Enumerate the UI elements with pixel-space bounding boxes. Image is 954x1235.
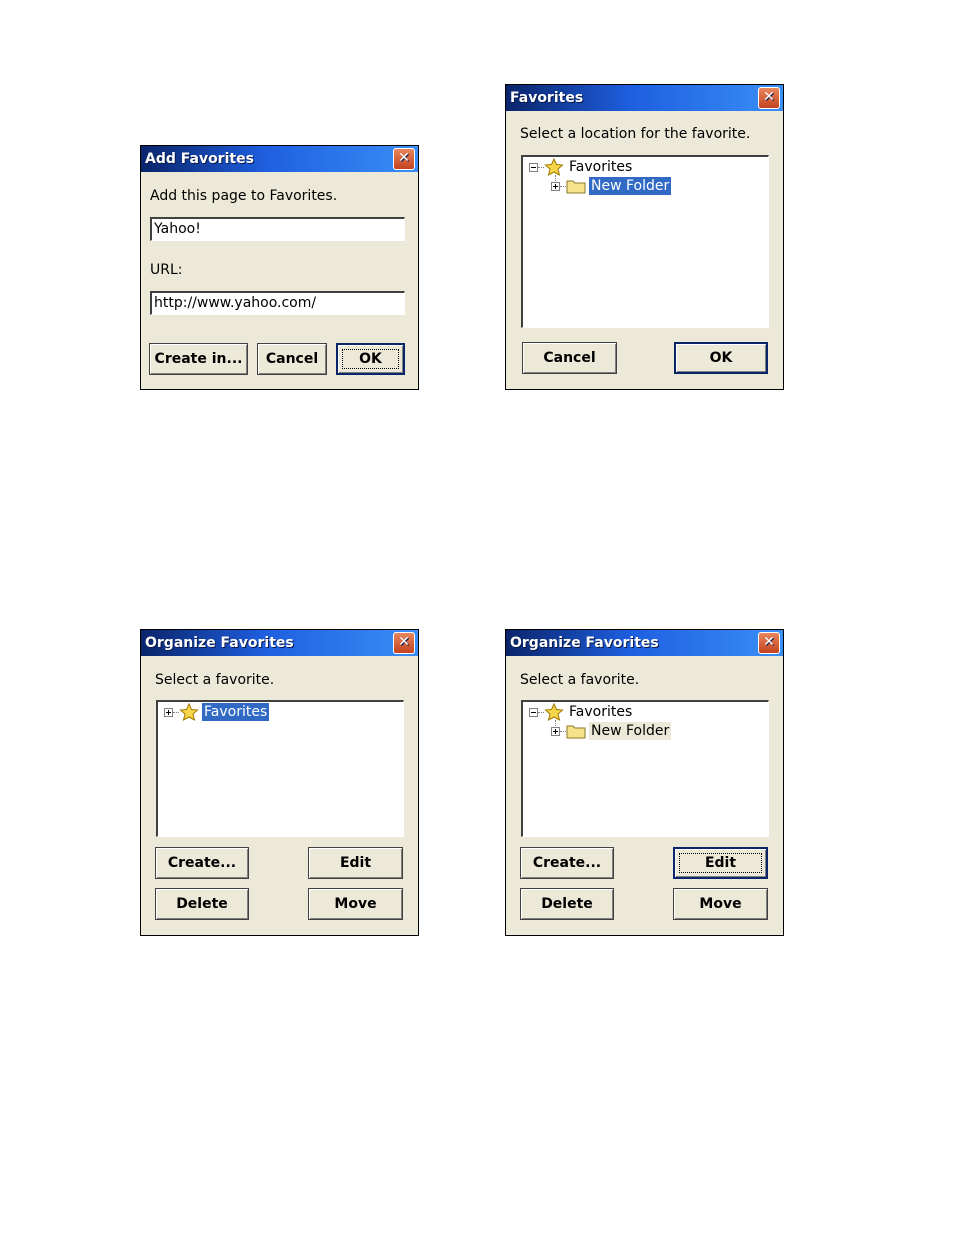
tree-node-favorites[interactable]: Favorites <box>200 702 271 722</box>
tree-node-new-folder[interactable]: New Folder <box>589 722 672 740</box>
create-button[interactable]: Create... <box>155 847 249 879</box>
organize-favorites-dialog-1: Organize Favorites ✕ Select a favorite. … <box>140 629 419 936</box>
edit-button[interactable]: Edit <box>308 847 403 879</box>
url-label: URL: <box>150 262 183 278</box>
delete-button[interactable]: Delete <box>155 888 249 920</box>
organize-favorites-titlebar[interactable]: Organize Favorites ✕ <box>506 630 783 656</box>
ok-button[interactable]: OK <box>336 343 405 375</box>
prompt-label: Add this page to Favorites. <box>150 188 338 204</box>
move-button[interactable]: Move <box>308 888 403 920</box>
expand-toggle[interactable] <box>551 182 560 191</box>
close-icon[interactable]: ✕ <box>393 148 415 170</box>
close-icon[interactable]: ✕ <box>393 632 415 654</box>
organize-favorites-titlebar[interactable]: Organize Favorites ✕ <box>141 630 418 656</box>
ok-button[interactable]: OK <box>674 342 768 374</box>
focus-rect <box>679 853 762 873</box>
star-icon <box>544 158 564 176</box>
folder-icon <box>566 180 586 194</box>
move-button[interactable]: Move <box>673 888 768 920</box>
cancel-button[interactable]: Cancel <box>257 343 327 375</box>
favorites-tree[interactable]: Favorites <box>156 700 404 837</box>
folder-icon <box>566 725 586 739</box>
collapse-toggle[interactable] <box>529 163 538 172</box>
dialog-title: Organize Favorites <box>510 635 659 651</box>
tree-node-favorites[interactable]: Favorites <box>567 703 634 721</box>
prompt-label: Select a favorite. <box>155 672 275 688</box>
collapse-toggle[interactable] <box>529 708 538 717</box>
organize-favorites-dialog-2: Organize Favorites ✕ Select a favorite. … <box>505 629 784 936</box>
cancel-button[interactable]: Cancel <box>522 342 617 374</box>
edit-button[interactable]: Edit <box>673 847 768 879</box>
url-input[interactable]: http://www.yahoo.com/ <box>150 291 405 315</box>
tree-node-new-folder[interactable]: New Folder <box>587 176 673 196</box>
prompt-label: Select a location for the favorite. <box>520 126 751 142</box>
tree-node-favorites[interactable]: Favorites <box>567 158 634 176</box>
delete-button[interactable]: Delete <box>520 888 614 920</box>
add-favorites-titlebar[interactable]: Add Favorites ✕ <box>141 146 418 172</box>
prompt-label: Select a favorite. <box>520 672 640 688</box>
expand-toggle[interactable] <box>164 708 173 717</box>
star-icon <box>544 703 564 721</box>
create-in-button[interactable]: Create in... <box>149 343 248 375</box>
focus-rect <box>342 349 399 369</box>
expand-toggle[interactable] <box>551 727 560 736</box>
dialog-title: Organize Favorites <box>145 635 294 651</box>
favorites-tree[interactable]: Favorites New Folder <box>521 700 769 837</box>
dialog-title: Favorites <box>510 90 584 106</box>
dialog-title: Add Favorites <box>145 151 254 167</box>
star-icon <box>179 703 199 721</box>
create-button[interactable]: Create... <box>520 847 614 879</box>
folder-tree[interactable]: Favorites New Folder <box>521 155 769 328</box>
add-favorites-dialog: Add Favorites ✕ Add this page to Favorit… <box>140 145 419 390</box>
favorites-titlebar[interactable]: Favorites ✕ <box>506 85 783 111</box>
favorites-location-dialog: Favorites ✕ Select a location for the fa… <box>505 84 784 390</box>
favorite-name-input[interactable]: Yahoo! <box>150 217 405 241</box>
close-icon[interactable]: ✕ <box>758 87 780 109</box>
close-icon[interactable]: ✕ <box>758 632 780 654</box>
